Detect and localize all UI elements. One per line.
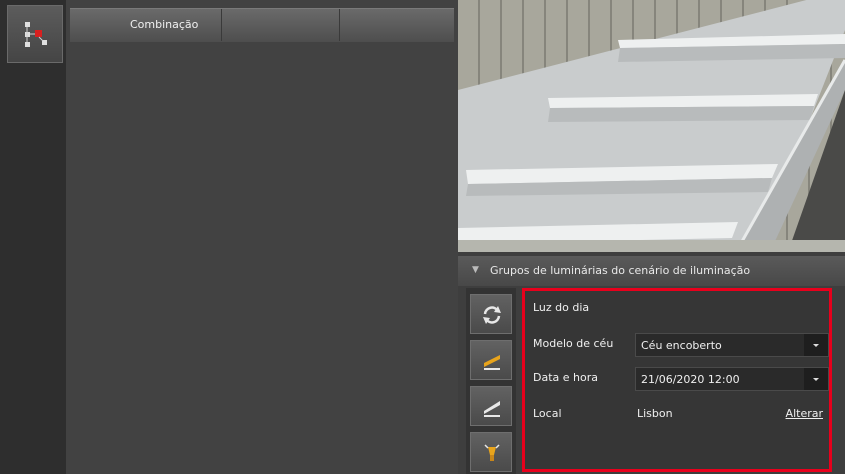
scenario-panel-title: Grupos de luminárias do cenário de ilumi… xyxy=(490,264,751,277)
light-add-icon xyxy=(484,401,500,417)
column-header-3[interactable] xyxy=(340,9,454,41)
location-value: Lisbon xyxy=(637,407,673,420)
scenario-side-toolbar xyxy=(466,288,516,474)
lighting-tool-button[interactable] xyxy=(7,5,63,63)
staircase-render xyxy=(458,0,845,252)
column-header-label: Combinação xyxy=(130,18,199,31)
daylight-heading: Luz do dia xyxy=(533,301,590,314)
column-header-combinacao[interactable]: Combinação xyxy=(70,9,222,41)
datetime-label: Data e hora xyxy=(533,371,598,384)
chevron-down-icon[interactable] xyxy=(804,368,828,390)
location-label: Local xyxy=(533,407,562,420)
luminaire-icon xyxy=(484,444,500,461)
3d-viewport[interactable] xyxy=(458,0,845,252)
table-header: Combinação xyxy=(70,8,454,42)
scenario-panel-header[interactable]: ▼ Grupos de luminárias do cenário de ilu… xyxy=(458,256,845,286)
sky-model-value: Céu encoberto xyxy=(641,339,722,352)
sky-model-select[interactable]: Céu encoberto xyxy=(635,333,829,357)
refresh-icon xyxy=(483,306,501,324)
chevron-down-icon[interactable] xyxy=(804,334,828,356)
datetime-select[interactable]: 21/06/2020 12:00 xyxy=(635,367,829,391)
lighting-scenario-panel: ▼ Grupos de luminárias do cenário de ilu… xyxy=(458,252,845,474)
light-add-button[interactable] xyxy=(470,386,512,426)
luminaire-button[interactable] xyxy=(470,432,512,472)
refresh-button[interactable] xyxy=(470,294,512,334)
datetime-value: 21/06/2020 12:00 xyxy=(641,373,740,386)
combination-panel: Combinação xyxy=(66,0,458,474)
column-header-2[interactable] xyxy=(222,9,340,41)
change-location-link[interactable]: Alterar xyxy=(786,407,823,420)
collapse-chevron-icon[interactable]: ▼ xyxy=(472,265,479,275)
lighting-node-icon xyxy=(25,22,47,47)
left-toolbar xyxy=(0,0,66,474)
light-group-button[interactable] xyxy=(470,340,512,380)
light-group-icon xyxy=(484,355,500,370)
sky-model-label: Modelo de céu xyxy=(533,337,614,350)
daylight-settings-box: Luz do dia Modelo de céu Céu encoberto D… xyxy=(522,288,832,472)
